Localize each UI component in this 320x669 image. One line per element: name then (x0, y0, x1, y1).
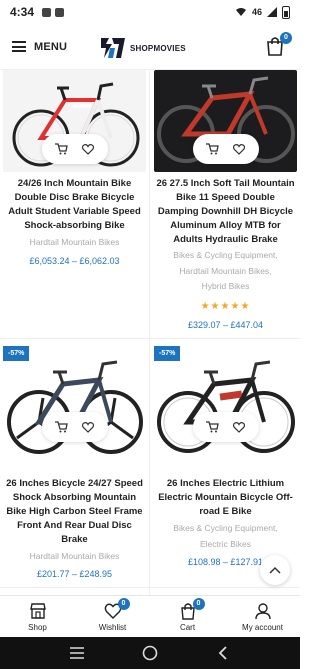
product-actions (41, 412, 108, 442)
bottom-navigation: Shop 0 Wishlist 0 Cart My account (0, 595, 300, 637)
nav-cart-label: Cart (179, 622, 196, 632)
rating-stars: ★★★★★ (200, 301, 251, 312)
header-cart-button[interactable]: 0 (266, 32, 292, 58)
wishlist-heart-icon[interactable] (80, 419, 96, 435)
category-link[interactable]: Bikes & Cycling Equipment, (154, 521, 297, 537)
product-title[interactable]: 26 Inches Bicycle 24/27 Speed Shock Abso… (5, 477, 144, 547)
nav-cart-icon-wrap: 0 (179, 597, 205, 620)
menu-button[interactable]: MENU (12, 41, 67, 53)
category-link[interactable]: Hardtail Mountain Bikes (3, 549, 146, 565)
nav-cart[interactable]: 0 Cart (150, 596, 225, 637)
product-grid: 24/26 Inch Mountain Bike Double Disc Bra… (0, 70, 300, 595)
grid-divider (0, 587, 300, 588)
add-to-cart-icon[interactable] (204, 419, 220, 435)
product-title[interactable]: 26 27.5 Inch Soft Tail Mountain Bike 11 … (156, 177, 295, 247)
product-price: £201.77 – £248.95 (36, 569, 113, 579)
chevron-up-icon (269, 566, 281, 574)
add-to-cart-icon[interactable] (53, 419, 69, 435)
add-to-cart-icon[interactable] (53, 141, 69, 157)
product-actions (192, 134, 259, 164)
grid-divider (0, 338, 300, 339)
wishlist-count-badge: 0 (117, 597, 130, 610)
shop-icon (29, 602, 46, 619)
recent-apps-button[interactable] (67, 643, 87, 663)
wifi-icon (235, 8, 246, 16)
status-time: 4:34 (10, 5, 35, 19)
home-button[interactable] (140, 643, 160, 663)
back-button[interactable] (213, 643, 233, 663)
status-bar: 4:34 46 (0, 0, 300, 24)
nav-wishlist[interactable]: 0 Wishlist (75, 596, 150, 637)
product-price: £329.07 – £447.04 (187, 320, 264, 330)
system-navigation-bar (0, 637, 300, 669)
signal-icon (267, 7, 277, 17)
nav-shop[interactable]: Shop (0, 596, 75, 637)
product-title[interactable]: 24/26 Inch Mountain Bike Double Disc Bra… (5, 177, 144, 233)
user-icon (254, 602, 271, 619)
hamburger-icon (12, 41, 26, 52)
back-chevron-icon (219, 646, 227, 660)
notification-icon (42, 7, 52, 17)
logo-text: SHOPMOVIES (130, 43, 186, 53)
network-type: 46 (251, 7, 262, 17)
category-link[interactable]: Hardtail Mountain Bikes (3, 235, 146, 251)
product-category: Bikes & Cycling Equipment, Hardtail Moun… (154, 248, 297, 295)
nav-my-account-label: My account (242, 622, 283, 632)
recent-apps-icon (69, 647, 84, 659)
category-link[interactable]: Electric Bikes (154, 537, 297, 553)
site-logo[interactable]: SHOPMOVIES (98, 34, 186, 62)
nav-wishlist-icon-wrap: 0 (104, 597, 130, 620)
product-price: £6,053.24 – £6,062.03 (29, 256, 120, 266)
category-link[interactable]: Bikes & Cycling Equipment, (154, 248, 297, 264)
product-title[interactable]: 26 Inches Electric Lithium Electric Moun… (156, 477, 295, 519)
product-actions (41, 134, 108, 164)
menu-label: MENU (34, 40, 68, 53)
sale-badge: -57% (154, 346, 181, 361)
product-category: Hardtail Mountain Bikes (3, 549, 146, 565)
wishlist-heart-icon[interactable] (231, 419, 247, 435)
grid-divider (149, 70, 150, 595)
notification-icon (55, 7, 65, 17)
product-image[interactable] (3, 346, 146, 466)
category-link[interactable]: Hardtail Mountain Bikes, (154, 264, 297, 280)
nav-my-account[interactable]: My account (225, 596, 300, 637)
nav-shop-label: Shop (28, 622, 47, 632)
scroll-to-top-button[interactable] (260, 555, 290, 585)
product-category: Bikes & Cycling Equipment, Electric Bike… (154, 521, 297, 552)
logo-mark-icon (101, 38, 125, 58)
nav-wishlist-label: Wishlist (98, 622, 127, 632)
product-image[interactable] (154, 346, 297, 466)
cart-count-badge: 0 (192, 597, 205, 610)
battery-icon (282, 5, 290, 19)
home-circle-icon (142, 645, 158, 661)
sale-badge: -57% (3, 346, 30, 361)
notification-icons (42, 7, 65, 17)
wishlist-heart-icon[interactable] (231, 141, 247, 157)
add-to-cart-icon[interactable] (204, 141, 220, 157)
product-actions (192, 412, 259, 442)
cart-count-badge: 0 (280, 32, 292, 44)
site-header: MENU SHOPMOVIES 0 (0, 24, 300, 70)
wishlist-heart-icon[interactable] (80, 141, 96, 157)
product-category: Hardtail Mountain Bikes (3, 235, 146, 251)
category-link[interactable]: Hybrid Bikes (154, 279, 297, 295)
status-indicators: 46 (235, 5, 290, 19)
